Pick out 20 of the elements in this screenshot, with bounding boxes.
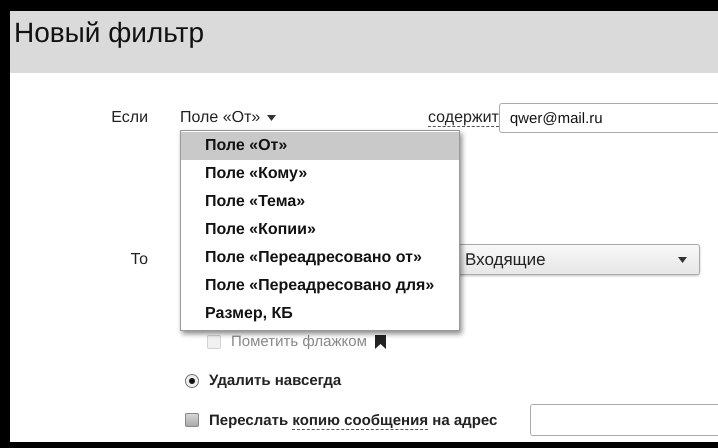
field-dropdown[interactable]: Поле «От» <box>180 109 428 127</box>
address-field[interactable] <box>530 404 718 436</box>
menu-item[interactable]: Поле «От» <box>181 132 459 160</box>
window-title: Новый фильтр <box>14 17 204 49</box>
checkbox-label: Переслать копию сообщения на адрес <box>209 412 498 428</box>
radio-label: Удалить навсегда <box>209 372 342 389</box>
menu-item[interactable]: Размер, КБ <box>181 300 459 328</box>
checkbox[interactable] <box>185 413 199 427</box>
radio-button[interactable] <box>185 374 199 388</box>
caret-icon <box>678 256 687 262</box>
copy-link[interactable]: копию сообщения <box>292 412 428 430</box>
action-label: То <box>130 250 149 268</box>
menu-item[interactable]: Поле «Кому» <box>181 160 459 188</box>
menu-item[interactable]: Поле «Переадресовано для» <box>181 272 459 300</box>
caret-icon <box>267 115 276 121</box>
menu-item[interactable]: Поле «Копии» <box>181 216 459 244</box>
menu-item[interactable]: Поле «Тема» <box>181 188 459 216</box>
checkbox-label: Пометить флажком <box>231 333 367 350</box>
value-field[interactable]: qwer@mail.ru <box>498 103 718 133</box>
condition-label: Если <box>110 109 149 127</box>
